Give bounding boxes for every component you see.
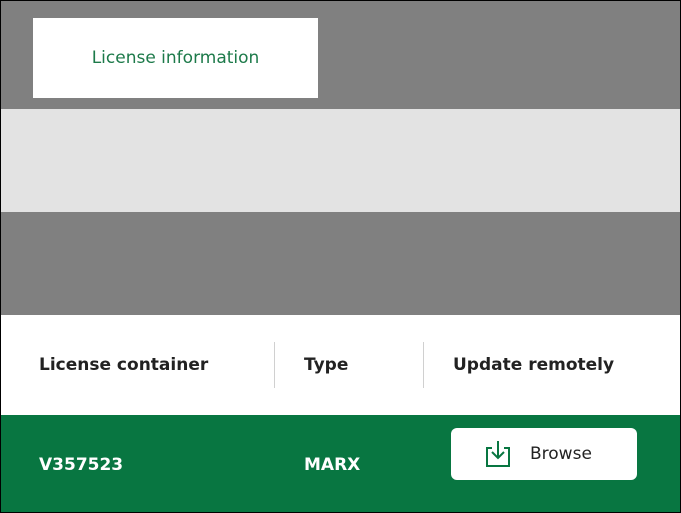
cell-license-container: V357523	[39, 455, 124, 475]
tab-label: License information	[91, 48, 260, 68]
column-header-update-remotely[interactable]: Update remotely	[453, 315, 614, 415]
table-header: License container Type Update remotely	[1, 315, 680, 415]
table-row[interactable]: V357523 MARX Browse	[1, 415, 680, 512]
column-divider	[274, 342, 275, 388]
column-divider	[423, 342, 424, 388]
tab-license-information[interactable]: License information	[33, 18, 318, 98]
tab-bar: License information	[1, 1, 680, 109]
content-band-light	[1, 109, 680, 212]
browse-button-label: Browse	[530, 444, 592, 464]
column-header-license-container[interactable]: License container	[39, 315, 208, 415]
browse-button[interactable]: Browse	[451, 428, 637, 480]
content-band-dark	[1, 212, 680, 315]
column-header-type[interactable]: Type	[304, 315, 348, 415]
license-panel: License information License container Ty…	[0, 0, 681, 513]
download-to-tray-icon	[486, 441, 510, 467]
cell-type: MARX	[304, 455, 361, 475]
